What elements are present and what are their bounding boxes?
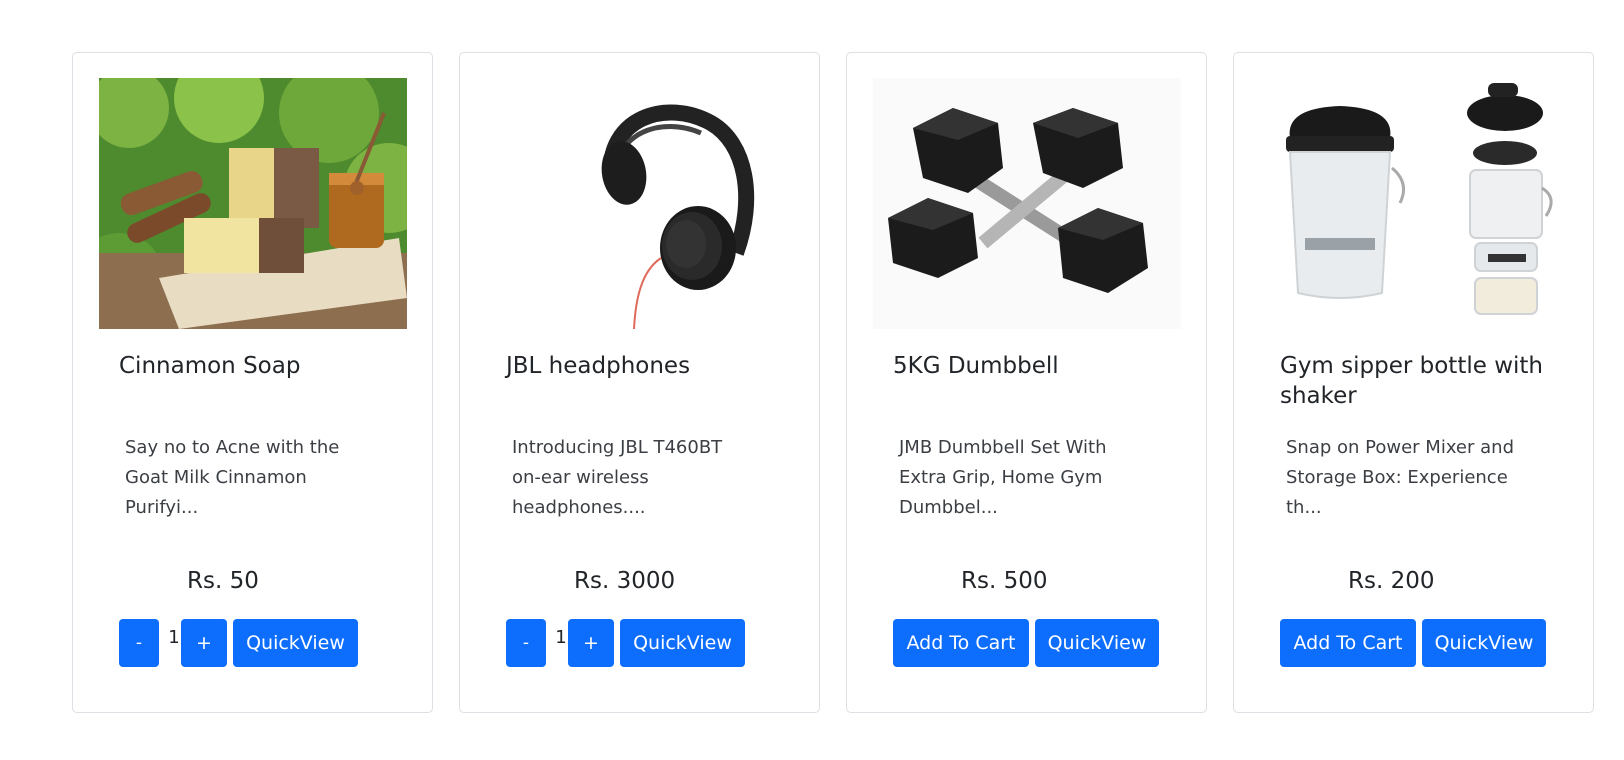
product-description: Introducing JBL T460BT on-ear wireless h…	[512, 437, 723, 518]
product-image[interactable]	[99, 78, 407, 329]
decrease-quantity-button[interactable]: -	[119, 619, 159, 667]
product-description: JMB Dumbbell Set With Extra Grip, Home G…	[899, 437, 1107, 518]
product-title: 5KG Dumbbell	[893, 353, 1059, 379]
product-price: Rs. 500	[961, 568, 1048, 594]
product-card: JBL headphones Introducing JBL T460BT on…	[459, 52, 820, 713]
cart-controls: - 1 + QuickView	[506, 619, 806, 667]
increase-quantity-button[interactable]: +	[181, 619, 227, 667]
cart-controls: Add To Cart QuickView	[1280, 619, 1580, 667]
product-card: 5KG Dumbbell JMB Dumbbell Set With Extra…	[846, 52, 1207, 713]
quantity-value: 1	[168, 627, 180, 648]
quickview-button[interactable]: QuickView	[1035, 619, 1159, 667]
product-description: Snap on Power Mixer and Storage Box: Exp…	[1286, 437, 1514, 518]
quickview-button[interactable]: QuickView	[233, 619, 358, 667]
product-price: Rs. 200	[1348, 568, 1435, 594]
product-price: Rs. 50	[187, 568, 259, 594]
product-card: Cinnamon Soap Say no to Acne with the Go…	[72, 52, 433, 713]
quickview-button[interactable]: QuickView	[620, 619, 745, 667]
quantity-value: 1	[555, 627, 567, 648]
decrease-quantity-button[interactable]: -	[506, 619, 546, 667]
product-image[interactable]	[873, 78, 1181, 329]
product-image[interactable]	[1260, 78, 1568, 329]
product-description: Say no to Acne with the Goat Milk Cinnam…	[125, 437, 340, 518]
product-image[interactable]	[486, 78, 794, 329]
quickview-button[interactable]: QuickView	[1422, 619, 1546, 667]
add-to-cart-button[interactable]: Add To Cart	[1280, 619, 1416, 667]
add-to-cart-button[interactable]: Add To Cart	[893, 619, 1029, 667]
product-card: Gym sipper bottle with shaker Snap on Po…	[1233, 52, 1594, 713]
cart-controls: - 1 + QuickView	[119, 619, 419, 667]
product-title: Gym sipper bottle with shaker	[1280, 353, 1543, 409]
product-title: Cinnamon Soap	[119, 353, 301, 379]
increase-quantity-button[interactable]: +	[568, 619, 614, 667]
cart-controls: Add To Cart QuickView	[893, 619, 1193, 667]
product-price: Rs. 3000	[574, 568, 676, 594]
product-title: JBL headphones	[506, 353, 691, 379]
